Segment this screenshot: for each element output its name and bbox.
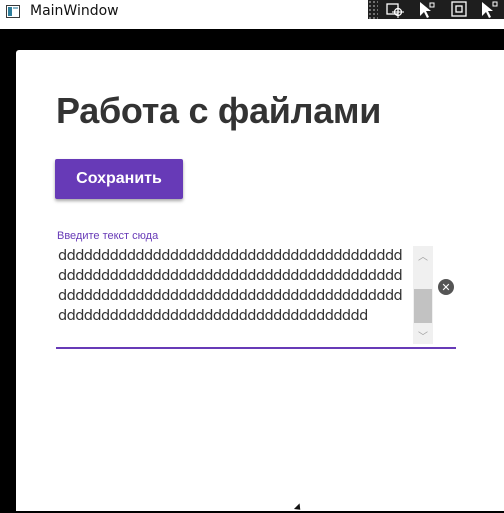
window-title: MainWindow	[30, 3, 119, 19]
display-adorners-icon[interactable]	[413, 0, 439, 19]
title-bar: MainWindow	[0, 0, 504, 29]
window-client-area: Работа с файлами Сохранить Введите текст…	[16, 50, 504, 511]
scroll-up-icon[interactable]: ︿	[413, 246, 433, 264]
track-focus-icon[interactable]	[446, 0, 472, 19]
clear-text-icon[interactable]: ✕	[438, 279, 454, 295]
field-underline	[56, 347, 456, 349]
dots-handle-icon[interactable]	[368, 0, 378, 19]
page-title: Работа с файлами	[56, 90, 382, 131]
vertical-scrollbar[interactable]: ︿ ﹀	[413, 246, 433, 344]
scrollbar-thumb[interactable]	[414, 289, 432, 323]
text-field-hint: Введите текст сюда	[57, 230, 159, 242]
app-window-icon	[6, 5, 20, 18]
save-button[interactable]: Сохранить	[55, 159, 183, 199]
debug-toolbar	[368, 0, 504, 19]
text-input-value[interactable]: dddddddddddddddddddddddddddddddddddddddd…	[58, 246, 410, 346]
select-element-icon[interactable]	[382, 0, 408, 19]
pointer-icon[interactable]	[476, 0, 502, 19]
text-input-field[interactable]: dddddddddddddddddddddddddddddddddddddddd…	[56, 246, 456, 350]
scroll-down-icon[interactable]: ﹀	[413, 326, 433, 344]
